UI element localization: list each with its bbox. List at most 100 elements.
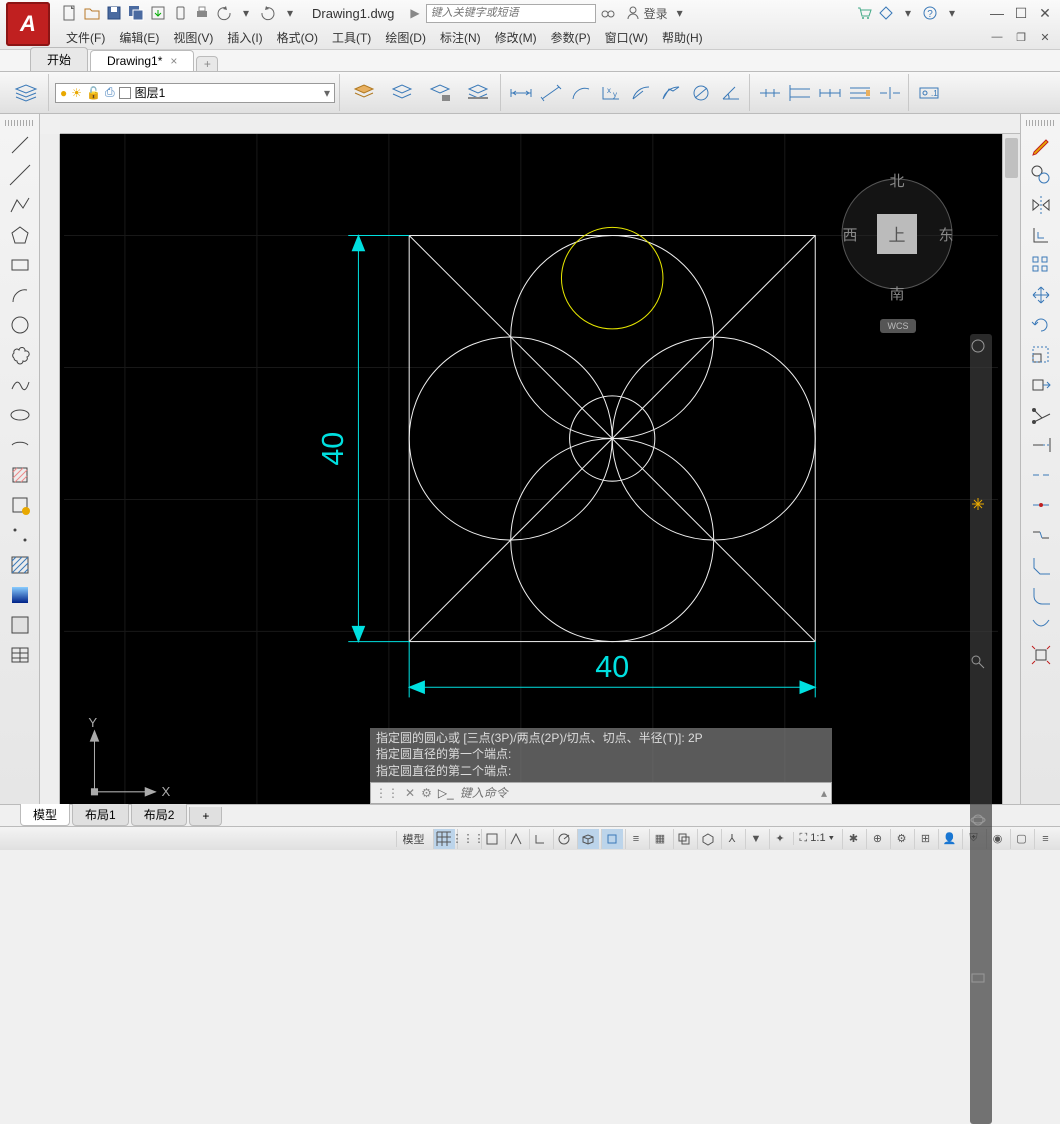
binoculars-icon[interactable] <box>598 3 618 23</box>
vertical-ruler[interactable] <box>40 134 60 804</box>
ortho-toggle[interactable] <box>529 829 551 849</box>
login-button[interactable]: 登录 <box>626 5 668 22</box>
model-space-button[interactable]: 模型 <box>396 831 431 847</box>
make-block-button[interactable] <box>5 492 35 518</box>
menu-dim[interactable]: 标注(N) <box>434 27 487 48</box>
snap-toggle[interactable]: ⋮⋮⋮ <box>457 829 479 849</box>
exchange-icon[interactable] <box>876 3 896 23</box>
print-button[interactable] <box>192 3 212 23</box>
expand-icon[interactable]: ▴ <box>821 786 827 800</box>
menu-modify[interactable]: 修改(M) <box>489 27 543 48</box>
dim-continue-button[interactable] <box>816 79 844 107</box>
menu-draw[interactable]: 绘图(D) <box>379 27 432 48</box>
clean-screen[interactable]: ▢ <box>1010 829 1032 849</box>
doc-close-button[interactable]: ✕ <box>1034 28 1056 46</box>
dim-linear-button[interactable] <box>507 79 535 107</box>
layer-select[interactable]: ● ☀ 🔓 ⎙ 图层1 ▾ <box>55 83 335 103</box>
layer-tools-button[interactable] <box>460 75 496 111</box>
table-button[interactable] <box>5 642 35 668</box>
grip-icon[interactable]: ⋮⋮ <box>375 786 399 800</box>
command-input[interactable] <box>460 786 815 800</box>
layout-tab-model[interactable]: 模型 <box>20 804 70 826</box>
menu-param[interactable]: 参数(P) <box>545 27 597 48</box>
grip[interactable] <box>1026 120 1056 126</box>
menu-file[interactable]: 文件(F) <box>60 27 111 48</box>
extend-button[interactable] <box>1026 432 1056 458</box>
search-input[interactable] <box>426 4 596 23</box>
help-button[interactable]: ? <box>920 3 940 23</box>
undo-button[interactable] <box>214 3 234 23</box>
dim-break-button[interactable] <box>876 79 904 107</box>
new-button[interactable] <box>60 3 80 23</box>
dim-diameter-button[interactable] <box>687 79 715 107</box>
dropdown-icon[interactable]: ▾ <box>942 3 962 23</box>
isoplane-toggle[interactable] <box>577 829 599 849</box>
horizontal-ruler[interactable] <box>60 114 1020 134</box>
dropdown-icon[interactable]: ▾ <box>280 3 300 23</box>
dim-arc-button[interactable] <box>567 79 595 107</box>
scale-button[interactable] <box>1026 342 1056 368</box>
insert-block-button[interactable] <box>5 462 35 488</box>
fillet-button[interactable] <box>1026 582 1056 608</box>
gizmo-toggle[interactable]: ✦ <box>769 829 791 849</box>
blend-button[interactable] <box>1026 612 1056 638</box>
3dosnap-toggle[interactable] <box>697 829 719 849</box>
gradient-button[interactable] <box>5 582 35 608</box>
maximize-button[interactable]: ☐ <box>1010 4 1032 22</box>
close-icon[interactable]: ✕ <box>405 786 415 800</box>
copy-button[interactable] <box>1026 162 1056 188</box>
ellipse-button[interactable] <box>5 402 35 428</box>
arc-button[interactable] <box>5 282 35 308</box>
tolerance-button[interactable]: .1 <box>915 79 943 107</box>
hatch-button[interactable] <box>5 552 35 578</box>
grip[interactable] <box>5 120 35 126</box>
dropdown-icon[interactable]: ▾ <box>670 3 690 23</box>
polar-toggle[interactable] <box>553 829 575 849</box>
minimize-button[interactable]: — <box>986 4 1008 22</box>
dropdown-icon[interactable]: ▾ <box>236 3 256 23</box>
array-button[interactable] <box>1026 252 1056 278</box>
dim-baseline-button[interactable] <box>786 79 814 107</box>
orbit-icon[interactable] <box>970 812 992 962</box>
break-button[interactable] <box>1026 462 1056 488</box>
menu-tools[interactable]: 工具(T) <box>326 27 377 48</box>
xline-button[interactable] <box>5 162 35 188</box>
showmotion-icon[interactable] <box>970 970 992 1120</box>
trim-button[interactable] <box>1026 402 1056 428</box>
break-at-point-button[interactable] <box>1026 492 1056 518</box>
new-tab-button[interactable]: + <box>196 56 218 71</box>
menu-edit[interactable]: 编辑(E) <box>113 27 165 48</box>
vertical-scrollbar[interactable] <box>1002 134 1020 804</box>
mirror-button[interactable] <box>1026 192 1056 218</box>
layer-panel-button[interactable] <box>8 75 44 111</box>
osnap-toggle[interactable] <box>601 829 623 849</box>
cart-icon[interactable] <box>854 3 874 23</box>
close-icon[interactable]: × <box>170 54 177 68</box>
annotation-monitor[interactable]: ⊞ <box>914 829 936 849</box>
annotation-scale[interactable]: ⛶ 1:1 ▾ <box>793 832 841 845</box>
chamfer-button[interactable] <box>1026 552 1056 578</box>
dim-angular-button[interactable] <box>717 79 745 107</box>
dropdown-icon[interactable]: ▾ <box>898 3 918 23</box>
dropdown-icon[interactable]: ▾ <box>324 86 330 100</box>
infer-toggle[interactable] <box>481 829 503 849</box>
menu-format[interactable]: 格式(O) <box>271 27 324 48</box>
ellipse-arc-button[interactable] <box>5 432 35 458</box>
save-button[interactable] <box>104 3 124 23</box>
dim-space-button[interactable] <box>846 79 874 107</box>
menu-view[interactable]: 视图(V) <box>167 27 219 48</box>
mobile-button[interactable] <box>170 3 190 23</box>
annotation-visibility[interactable]: ✱ <box>842 829 864 849</box>
dim-aligned-button[interactable] <box>537 79 565 107</box>
pencil-icon[interactable] <box>1026 132 1056 158</box>
layout-tab-1[interactable]: 布局1 <box>72 804 129 826</box>
drawing-canvas[interactable]: 40 40 X Y <box>60 134 1002 804</box>
layer-walk-button[interactable] <box>384 75 420 111</box>
pan-icon[interactable] <box>970 496 992 646</box>
customize-icon[interactable]: ⚙ <box>421 786 432 800</box>
layout-tab-2[interactable]: 布局2 <box>131 804 188 826</box>
doc-restore-button[interactable]: ❐ <box>1010 28 1032 46</box>
zoom-icon[interactable] <box>970 654 992 804</box>
circle-button[interactable] <box>5 312 35 338</box>
rectangle-button[interactable] <box>5 252 35 278</box>
